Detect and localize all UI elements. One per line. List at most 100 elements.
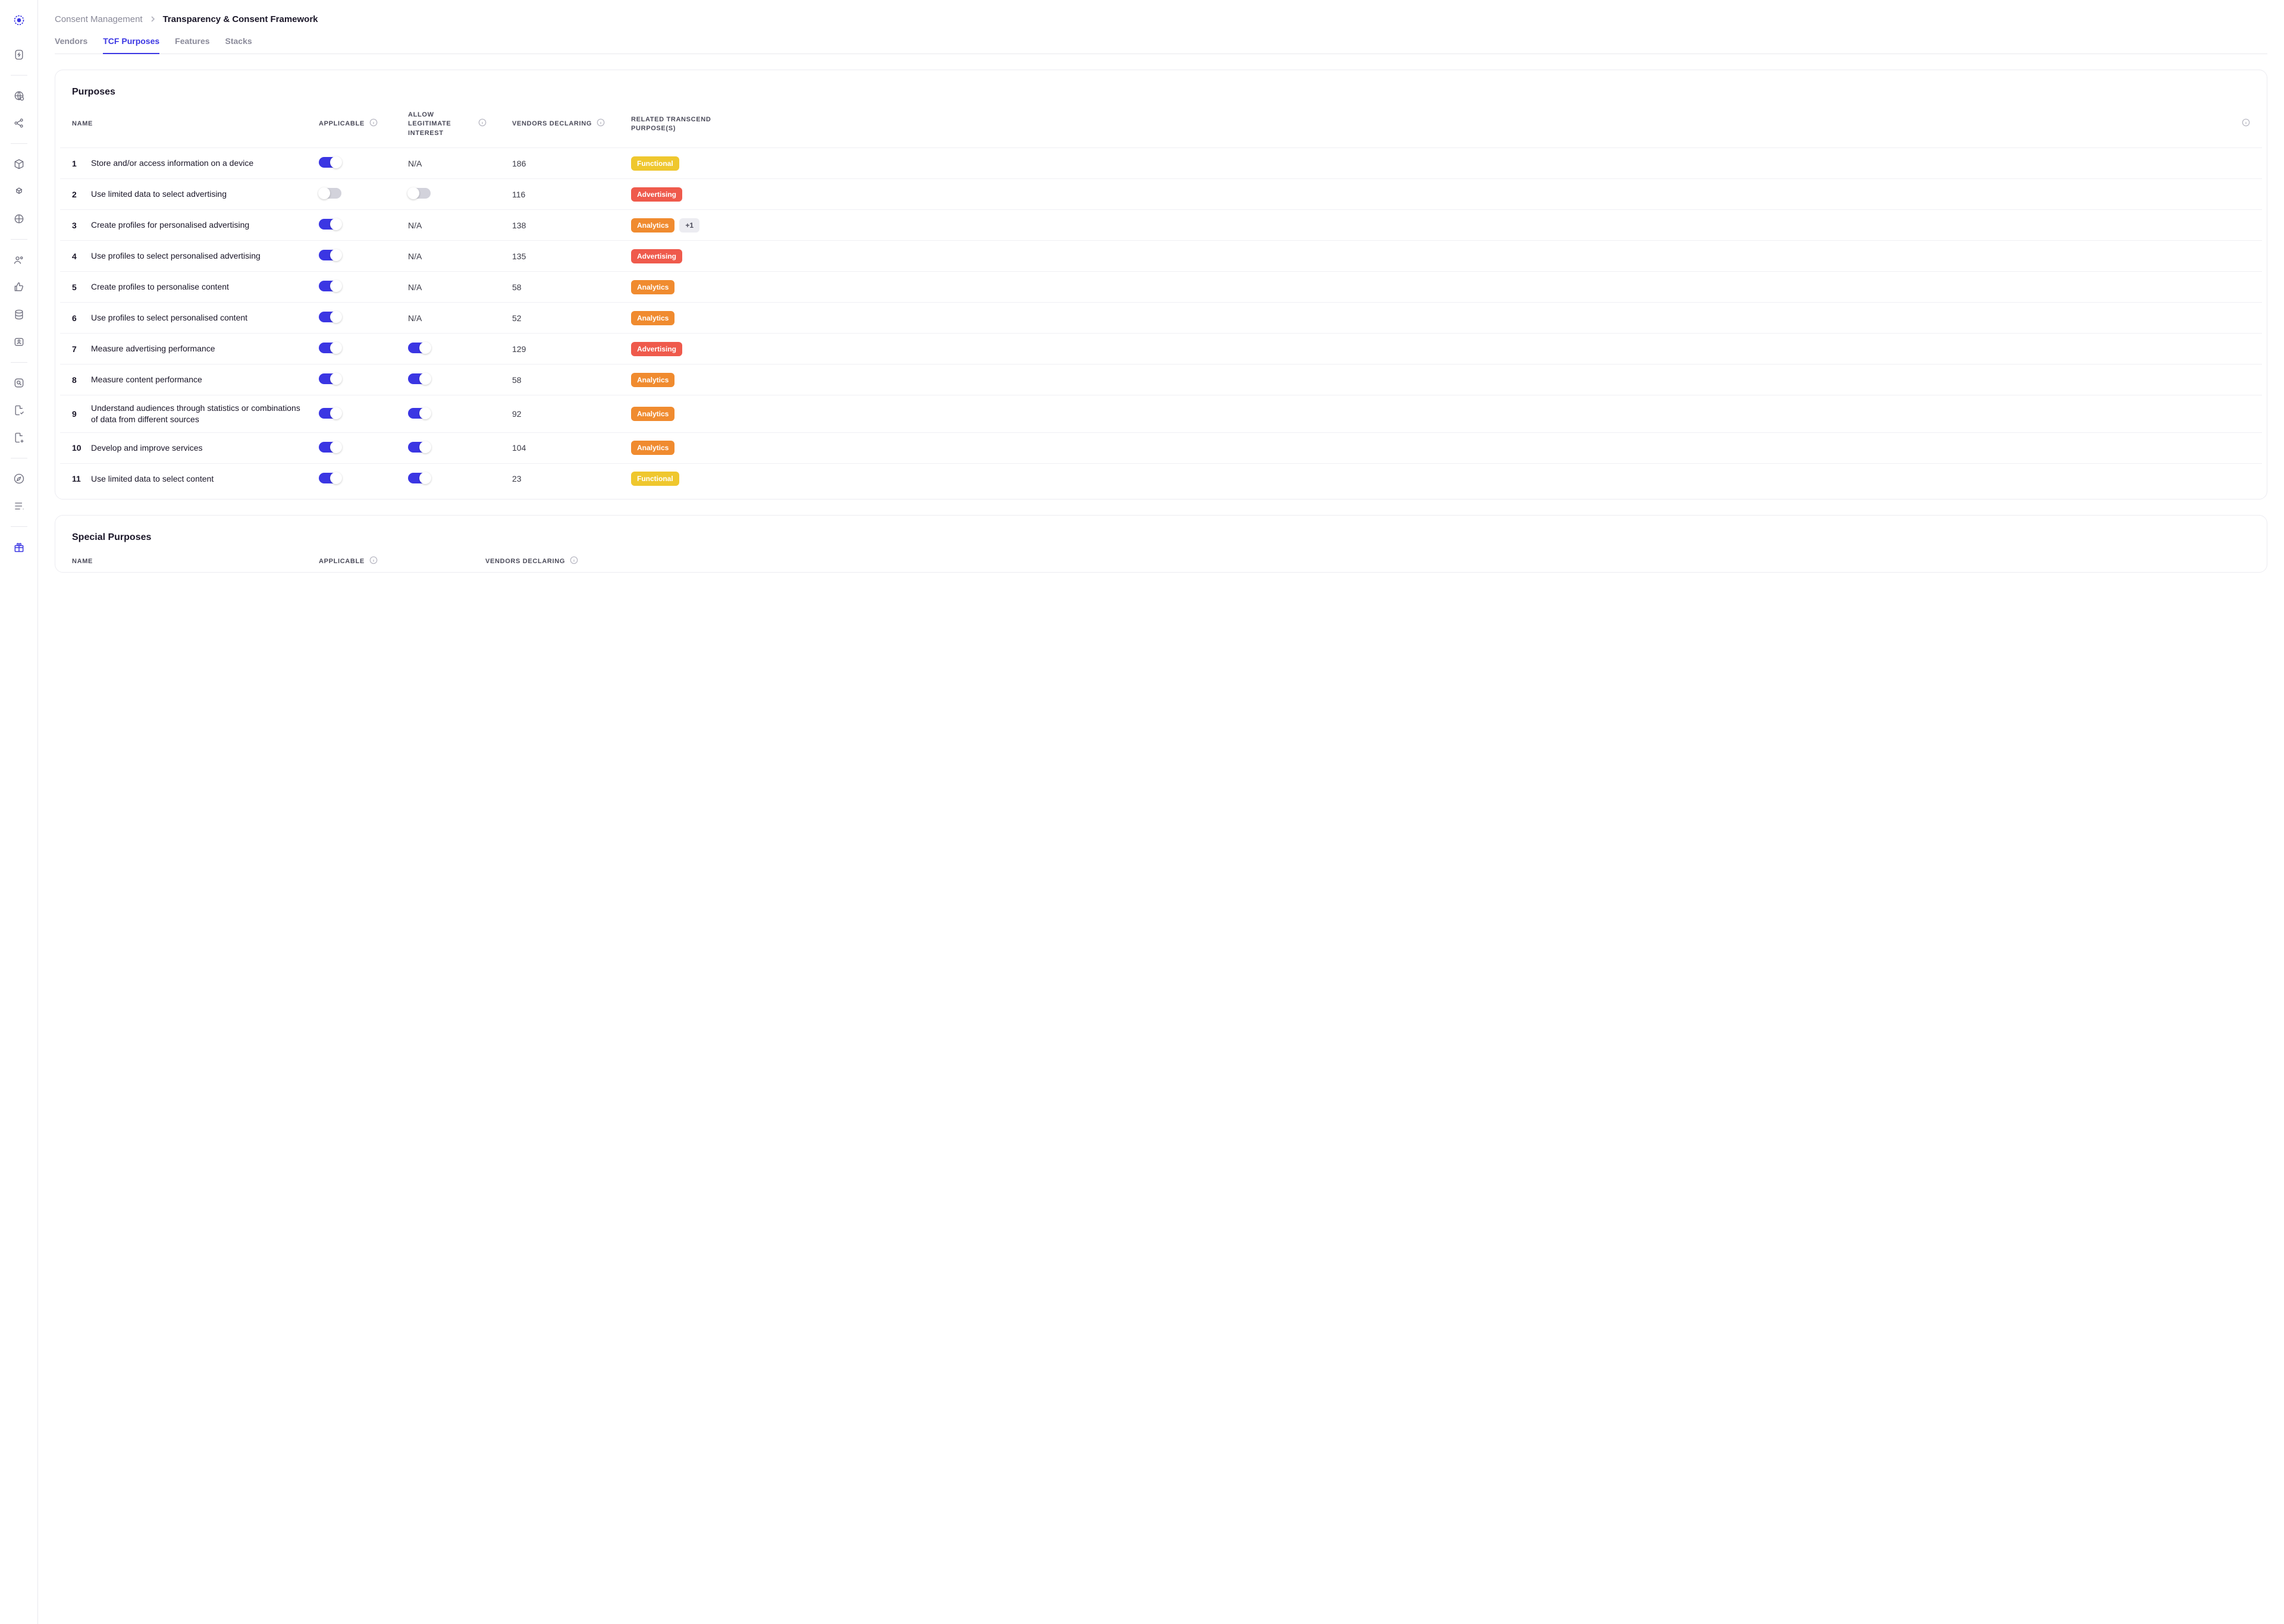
legitimate-toggle[interactable] [408,188,431,199]
info-icon[interactable] [369,118,378,130]
applicable-toggle[interactable] [319,312,341,322]
legitimate-toggle[interactable] [408,408,431,419]
col-applicable: APPLICABLE [319,556,485,567]
table-row: 9Understand audiences through statistics… [60,395,2262,432]
badge-advertising[interactable]: Advertising [631,249,682,263]
info-icon[interactable] [597,118,605,130]
applicable-cell [319,250,408,262]
purpose-name: 9Understand audiences through statistics… [72,403,319,425]
sidebar-divider [11,239,27,240]
vendors-count: 116 [512,190,631,199]
applicable-toggle[interactable] [319,343,341,353]
applicable-toggle[interactable] [319,157,341,168]
badge-functional[interactable]: Functional [631,472,679,486]
related-badges: Analytics [631,407,2250,421]
applicable-toggle[interactable] [319,373,341,384]
badge-advertising[interactable]: Advertising [631,187,682,202]
table-header: NAME APPLICABLE ALLOW LEGITIMATE INTERES… [60,111,2262,147]
related-badges: Functional [631,472,2250,486]
nav-thumbs-icon[interactable] [7,275,31,299]
breadcrumb-current: Transparency & Consent Framework [163,14,318,24]
table-row: 1Store and/or access information on a de… [60,147,2262,178]
legitimate-toggle[interactable] [408,473,431,483]
vendors-count: 135 [512,252,631,261]
purpose-name: 6Use profiles to select personalised con… [72,312,319,323]
badge-functional[interactable]: Functional [631,156,679,171]
table-row: 3Create profiles for personalised advert… [60,209,2262,240]
related-badges: Functional [631,156,2250,171]
legitimate-cell: N/A [408,282,512,292]
nav-cubes-icon[interactable] [7,180,31,203]
tab-vendors[interactable]: Vendors [55,32,87,54]
sidebar-divider [11,75,27,76]
applicable-toggle[interactable] [319,442,341,453]
nav-database-icon[interactable] [7,303,31,326]
col-name: NAME [72,120,319,128]
badge-analytics[interactable]: Analytics [631,441,674,455]
applicable-toggle[interactable] [319,408,341,419]
badge-analytics[interactable]: Analytics [631,218,674,233]
table-row: 8Measure content performance58Analytics [60,364,2262,395]
badge-advertising[interactable]: Advertising [631,342,682,356]
applicable-cell [319,373,408,386]
legitimate-toggle[interactable] [408,442,431,453]
related-badges: Analytics [631,441,2250,455]
info-icon[interactable] [570,556,578,567]
logo-icon[interactable] [10,11,29,30]
info-icon[interactable] [2242,118,2250,130]
special-title: Special Purposes [60,532,2262,556]
applicable-toggle[interactable] [319,250,341,260]
badge-analytics[interactable]: Analytics [631,311,674,325]
applicable-toggle[interactable] [319,188,341,199]
nav-doc-check-icon[interactable] [7,398,31,422]
purpose-name: 5Create profiles to personalise content [72,281,319,293]
info-icon[interactable] [369,556,378,567]
legitimate-cell [408,442,512,454]
purposes-card: Purposes NAME APPLICABLE ALLOW LEGITIMAT… [55,70,2267,500]
vendors-count: 104 [512,443,631,453]
badge-analytics[interactable]: Analytics [631,407,674,421]
related-badges: Advertising [631,187,2250,202]
nav-compass-icon[interactable] [7,467,31,491]
legitimate-cell: N/A [408,313,512,323]
purpose-name: 3Create profiles for personalised advert… [72,219,319,231]
applicable-toggle[interactable] [319,473,341,483]
sidebar-divider [11,143,27,144]
nav-bolt-icon[interactable] [7,43,31,67]
nav-cube-icon[interactable] [7,152,31,176]
applicable-cell [319,281,408,293]
nav-globe-icon[interactable] [7,84,31,108]
badge-more[interactable]: +1 [679,218,699,233]
legitimate-toggle[interactable] [408,343,431,353]
nav-share-icon[interactable] [7,111,31,135]
tab-features[interactable]: Features [175,32,209,54]
col-name: NAME [72,557,319,566]
info-icon[interactable] [478,118,487,130]
badge-analytics[interactable]: Analytics [631,280,674,294]
vendors-count: 58 [512,375,631,385]
nav-doc-plus-icon[interactable] [7,426,31,450]
nav-list-icon[interactable] [7,494,31,518]
tab-tcf-purposes[interactable]: TCF Purposes [103,32,159,54]
applicable-toggle[interactable] [319,219,341,230]
related-badges: Advertising [631,342,2250,356]
sidebar-divider [11,362,27,363]
legitimate-cell: N/A [408,252,512,261]
nav-users-icon[interactable] [7,248,31,272]
legitimate-cell: N/A [408,221,512,230]
related-badges: Analytics [631,373,2250,387]
badge-analytics[interactable]: Analytics [631,373,674,387]
col-related: RELATED TRANSCEND PURPOSE(S) [631,115,2250,134]
nav-globe2-icon[interactable] [7,207,31,231]
tab-stacks[interactable]: Stacks [225,32,252,54]
nav-search-icon[interactable] [7,371,31,395]
breadcrumb-parent[interactable]: Consent Management [55,14,143,24]
nav-gift-icon[interactable] [7,535,31,559]
col-legitimate: ALLOW LEGITIMATE INTEREST [408,111,512,138]
table-header: NAME APPLICABLE VENDORS DECLARING [60,556,2262,567]
legitimate-toggle[interactable] [408,373,431,384]
nav-id-icon[interactable] [7,330,31,354]
table-row: 4Use profiles to select personalised adv… [60,240,2262,271]
legitimate-cell [408,473,512,485]
applicable-toggle[interactable] [319,281,341,291]
